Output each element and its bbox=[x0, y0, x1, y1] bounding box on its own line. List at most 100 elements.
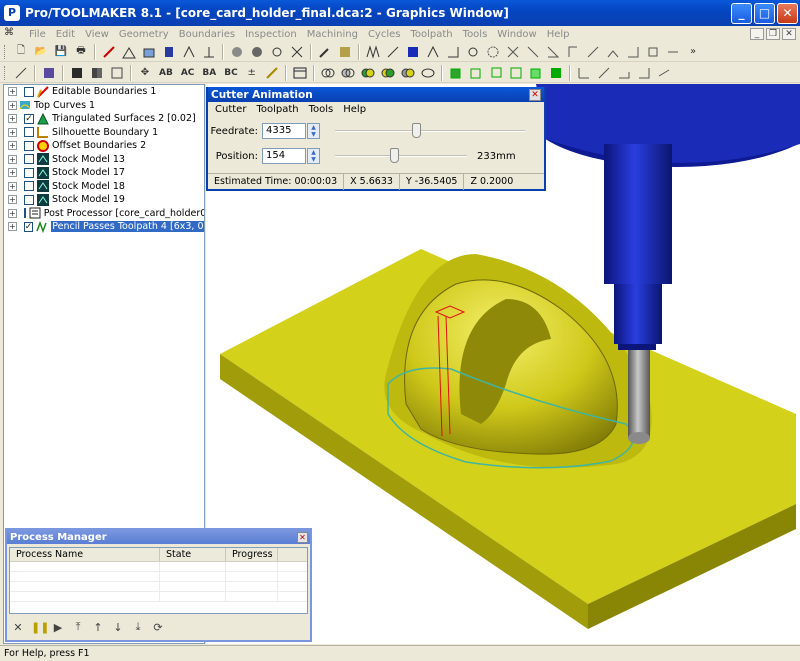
toolpath-icon-11[interactable] bbox=[564, 44, 582, 60]
column-progress[interactable]: Progress bbox=[226, 548, 278, 561]
toolpath-icon-10[interactable] bbox=[544, 44, 562, 60]
expand-icon[interactable]: + bbox=[8, 127, 17, 137]
book-icon-2[interactable] bbox=[88, 65, 106, 81]
refresh-icon[interactable]: ⟳ bbox=[151, 621, 165, 634]
pause-icon[interactable]: ❚❚ bbox=[31, 621, 49, 634]
move-bottom-icon[interactable]: ⤓ bbox=[131, 620, 145, 634]
tree-item-selected[interactable]: + ✓ Pencil Passes Toolpath 4 [6x3, 0.2] bbox=[4, 220, 204, 234]
view-bc-button[interactable]: BC bbox=[221, 65, 240, 81]
toolpath-icon-2[interactable] bbox=[384, 44, 402, 60]
shade-icon[interactable] bbox=[336, 44, 354, 60]
save-icon[interactable]: 💾 bbox=[52, 44, 70, 60]
stock-icon-3[interactable] bbox=[487, 65, 505, 81]
toolpath-icon-5[interactable] bbox=[444, 44, 462, 60]
expand-icon[interactable]: + bbox=[8, 141, 17, 151]
expand-icon[interactable]: + bbox=[8, 208, 17, 218]
shading-icon[interactable] bbox=[319, 65, 337, 81]
expand-icon[interactable]: + bbox=[8, 100, 17, 110]
cutter-dialog-close-button[interactable]: ✕ bbox=[529, 88, 541, 101]
tree-item[interactable]: + Stock Model 18 bbox=[4, 180, 204, 194]
move-up-icon[interactable]: ↑ bbox=[91, 621, 105, 634]
toolpath-icon-6[interactable] bbox=[464, 44, 482, 60]
visibility-checkbox[interactable] bbox=[24, 194, 34, 205]
expand-icon[interactable]: + bbox=[8, 87, 17, 97]
toolpath-icon[interactable] bbox=[364, 44, 382, 60]
tree-item[interactable]: + ✓ Triangulated Surfaces 2 [0.02] bbox=[4, 112, 204, 126]
visibility-checkbox[interactable] bbox=[24, 154, 34, 165]
view-ba-button[interactable]: BA bbox=[199, 65, 219, 81]
expand-icon[interactable]: + bbox=[8, 168, 17, 178]
position-field[interactable]: 154 bbox=[262, 148, 306, 164]
book-icon-3[interactable] bbox=[108, 65, 126, 81]
cutter-menu-toolpath[interactable]: Toolpath bbox=[251, 104, 303, 115]
move-down-icon[interactable]: ↓ bbox=[111, 621, 125, 634]
menu-window[interactable]: Window bbox=[492, 29, 541, 40]
mdi-minimize-button[interactable]: _ bbox=[750, 28, 764, 40]
stock-icon-6[interactable] bbox=[547, 65, 565, 81]
cutter-menu-tools[interactable]: Tools bbox=[304, 104, 339, 115]
tree-item[interactable]: + Stock Model 13 bbox=[4, 153, 204, 167]
view-icon-2[interactable] bbox=[595, 65, 613, 81]
tree-item[interactable]: + Silhouette Boundary 1 bbox=[4, 126, 204, 140]
feedrate-spinner[interactable]: ▲ ▼ bbox=[307, 123, 320, 139]
toolpath-icon-16[interactable] bbox=[664, 44, 682, 60]
tool-icon-2[interactable] bbox=[248, 44, 266, 60]
visibility-checkbox[interactable] bbox=[23, 208, 26, 219]
visibility-checkbox[interactable] bbox=[24, 140, 34, 151]
expand-icon[interactable]: + bbox=[8, 114, 17, 124]
toolpath-icon-14[interactable] bbox=[624, 44, 642, 60]
tree-item[interactable]: + Post Processor [core_card_holder03 bbox=[4, 207, 204, 221]
expand-icon[interactable]: + bbox=[8, 154, 17, 164]
menu-inspection[interactable]: Inspection bbox=[240, 29, 302, 40]
menu-tools[interactable]: Tools bbox=[458, 29, 493, 40]
view-icon[interactable] bbox=[575, 65, 593, 81]
view-ac-button[interactable]: AC bbox=[178, 65, 198, 81]
tool-icon[interactable] bbox=[228, 44, 246, 60]
view-icon-5[interactable] bbox=[655, 65, 673, 81]
tree-item[interactable]: + Top Curves 1 bbox=[4, 99, 204, 113]
pencil-icon[interactable] bbox=[316, 44, 334, 60]
overflow-icon[interactable]: » bbox=[684, 44, 702, 60]
render-icon[interactable] bbox=[40, 65, 58, 81]
column-state[interactable]: State bbox=[160, 548, 226, 561]
open-icon[interactable]: 📂 bbox=[32, 44, 50, 60]
toolpath-icon-13[interactable] bbox=[604, 44, 622, 60]
tool-icon-3[interactable] bbox=[268, 44, 286, 60]
ellipse-icon[interactable] bbox=[419, 65, 437, 81]
column-process-name[interactable]: Process Name bbox=[10, 548, 160, 561]
delete-icon[interactable]: ✕ bbox=[11, 621, 25, 634]
toolpath-icon-4[interactable] bbox=[424, 44, 442, 60]
menu-boundaries[interactable]: Boundaries bbox=[174, 29, 240, 40]
close-button[interactable]: ✕ bbox=[777, 2, 798, 24]
cutter-menu-help[interactable]: Help bbox=[338, 104, 371, 115]
toolpath-icon-15[interactable] bbox=[644, 44, 662, 60]
process-manager-close-button[interactable]: ✕ bbox=[297, 531, 308, 543]
position-slider-thumb[interactable] bbox=[389, 148, 399, 163]
menu-machining[interactable]: Machining bbox=[302, 29, 363, 40]
menu-help[interactable]: Help bbox=[542, 29, 575, 40]
visibility-checkbox[interactable]: ✓ bbox=[24, 113, 34, 124]
stock-icon-2[interactable] bbox=[467, 65, 485, 81]
stock-icon-4[interactable] bbox=[507, 65, 525, 81]
stock-icon[interactable] bbox=[447, 65, 465, 81]
shading-icon-4[interactable] bbox=[379, 65, 397, 81]
expand-icon[interactable]: + bbox=[8, 195, 17, 205]
move-top-icon[interactable]: ⤒ bbox=[71, 620, 85, 634]
view-icon-3[interactable] bbox=[615, 65, 633, 81]
menu-edit[interactable]: Edit bbox=[51, 29, 80, 40]
minimize-button[interactable]: _ bbox=[731, 2, 752, 24]
tree-item[interactable]: + Editable Boundaries 1 bbox=[4, 85, 204, 99]
tree-item[interactable]: + Offset Boundaries 2 bbox=[4, 139, 204, 153]
menu-geometry[interactable]: Geometry bbox=[114, 29, 174, 40]
boundary-edit-icon[interactable] bbox=[100, 44, 118, 60]
boundary-icon-4[interactable] bbox=[180, 44, 198, 60]
boundary-icon-3[interactable] bbox=[160, 44, 178, 60]
axis-icon[interactable]: ✥ bbox=[136, 65, 154, 81]
cutter-menu-cutter[interactable]: Cutter bbox=[210, 104, 251, 115]
transform-icon[interactable] bbox=[12, 65, 30, 81]
mdi-restore-button[interactable]: ❐ bbox=[766, 28, 780, 40]
shading-icon-2[interactable] bbox=[339, 65, 357, 81]
visibility-checkbox[interactable] bbox=[24, 167, 34, 178]
book-icon[interactable] bbox=[68, 65, 86, 81]
feedrate-field[interactable]: 4335 bbox=[262, 123, 306, 139]
